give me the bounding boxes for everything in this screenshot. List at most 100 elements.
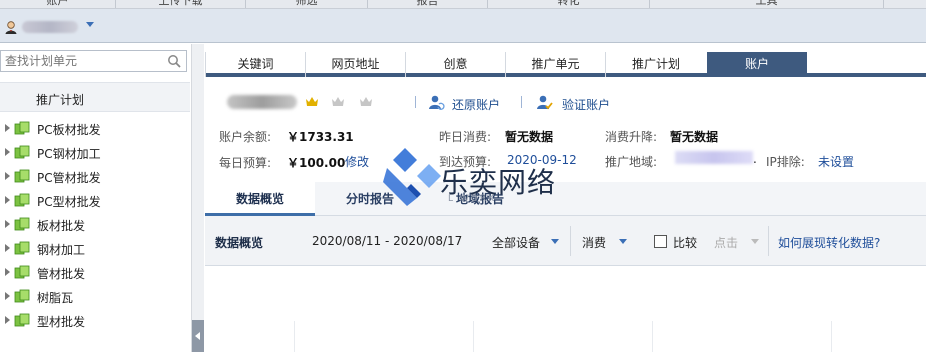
user-bar bbox=[0, 9, 926, 43]
watermark-subtitle: L WORK bbox=[448, 194, 497, 204]
tab-campaign[interactable]: 推广计划 bbox=[605, 52, 706, 77]
separator bbox=[415, 96, 416, 108]
user-name-blurred bbox=[22, 21, 78, 33]
plan-sidebar: 推广计划 PC板材批发 PC钢材加工 PC管材批发 PC型材批发板材批发钢材加工管材批… bbox=[0, 44, 204, 352]
device-select[interactable]: 全部设备 bbox=[492, 234, 540, 251]
plan-name: 钢材加工 bbox=[37, 243, 86, 257]
tab-page-url[interactable]: 网页地址 bbox=[305, 52, 405, 77]
report-subtab-bar: 数据概览 分时报告 地域报告 bbox=[205, 182, 926, 216]
plan-name: 管材批发 bbox=[37, 267, 86, 281]
verify-account-link[interactable]: 验证账户 bbox=[562, 96, 610, 113]
plan-tree-item[interactable]: PC钢材加工 bbox=[0, 140, 190, 164]
verify-account-icon[interactable] bbox=[535, 94, 553, 110]
plan-tree-item[interactable]: PC板材批发 bbox=[0, 116, 190, 140]
plan-name: PC型材批发 bbox=[37, 195, 101, 209]
separator bbox=[768, 226, 769, 256]
user-dropdown-icon[interactable] bbox=[86, 22, 94, 27]
tab-ad-unit[interactable]: 推广单元 bbox=[505, 52, 605, 77]
filter-toolbar: 数据概览 2020/08/11 - 2020/08/17 全部设备 消费 比较 … bbox=[205, 216, 926, 266]
expand-arrow-icon[interactable] bbox=[5, 292, 10, 300]
menu-tools[interactable]: 工具 bbox=[650, 0, 884, 8]
expand-arrow-icon[interactable] bbox=[5, 220, 10, 228]
plan-tree-item[interactable]: 板材批发 bbox=[0, 212, 190, 236]
expand-arrow-icon[interactable] bbox=[5, 316, 10, 324]
plan-name: 板材批发 bbox=[37, 219, 86, 233]
grid-line bbox=[294, 321, 295, 352]
yesterday-spend-label: 昨日消费: bbox=[439, 130, 492, 144]
tab-keywords[interactable]: 关键词 bbox=[205, 52, 305, 77]
plan-tree-item[interactable]: PC管材批发 bbox=[0, 164, 190, 188]
plan-tree-item[interactable]: 树脂瓦 bbox=[0, 284, 190, 308]
crown-gray-icon bbox=[360, 97, 372, 106]
plan-tree-item[interactable]: 管材批发 bbox=[0, 260, 190, 284]
device-dropdown-icon[interactable] bbox=[551, 239, 559, 244]
balance-label: 账户余额: bbox=[219, 130, 272, 144]
plan-icon bbox=[14, 217, 30, 231]
plan-icon bbox=[14, 289, 30, 303]
modify-budget-link[interactable]: 修改 bbox=[345, 153, 369, 170]
region-label: 推广地域: bbox=[605, 155, 658, 169]
plan-list-title: 推广计划 bbox=[36, 93, 85, 107]
expand-arrow-icon[interactable] bbox=[5, 148, 10, 156]
sidebar-collapse-button[interactable] bbox=[192, 320, 204, 352]
metric-dropdown-icon[interactable] bbox=[619, 239, 627, 244]
account-info-panel: 还原账户 验证账户 账户余额: ￥1733.31 每日预算: ￥100.00 修… bbox=[205, 78, 926, 182]
plan-tree-item[interactable]: PC型材批发 bbox=[0, 188, 190, 212]
expand-arrow-icon[interactable] bbox=[5, 124, 10, 132]
chart-area bbox=[205, 267, 926, 352]
plan-icon bbox=[14, 241, 30, 255]
conversion-help-link[interactable]: 如何展现转化数据? bbox=[778, 234, 880, 251]
ip-exclude-link[interactable]: 未设置 bbox=[818, 153, 854, 170]
compare-checkbox[interactable] bbox=[654, 235, 667, 248]
expand-arrow-icon[interactable] bbox=[5, 244, 10, 252]
subtab-data-overview[interactable]: 数据概览 bbox=[205, 182, 315, 216]
plan-icon bbox=[14, 169, 30, 183]
plan-name: 型材批发 bbox=[37, 315, 86, 329]
menu-upload-download[interactable]: 上传下载 bbox=[116, 0, 246, 8]
grid-line bbox=[831, 321, 832, 352]
user-avatar-icon bbox=[5, 21, 17, 34]
ip-exclude-label: IP排除: bbox=[766, 155, 805, 169]
menu-report[interactable]: 报告 bbox=[368, 0, 488, 8]
restore-account-icon[interactable] bbox=[427, 94, 445, 110]
click-dropdown-icon[interactable] bbox=[751, 239, 759, 244]
plan-icon bbox=[14, 145, 30, 159]
expand-arrow-icon[interactable] bbox=[5, 268, 10, 276]
plan-icon bbox=[14, 121, 30, 135]
menu-account[interactable]: 账户 bbox=[0, 0, 116, 8]
spend-change-value: 暂无数据 bbox=[670, 130, 719, 144]
main-tab-bar: 关键词 网页地址 创意 推广单元 推广计划 账户 bbox=[205, 44, 926, 77]
plan-tree-item[interactable]: 钢材加工 bbox=[0, 236, 190, 260]
plan-icon bbox=[14, 193, 30, 207]
plan-name: PC钢材加工 bbox=[37, 147, 101, 161]
date-range-picker[interactable]: 2020/08/11 - 2020/08/17 bbox=[312, 234, 462, 248]
plan-tree-item[interactable]: 型材批发 bbox=[0, 308, 190, 332]
menu-filter[interactable]: 筛选 bbox=[246, 0, 368, 8]
plan-icon bbox=[14, 313, 30, 327]
crown-gray-icon bbox=[332, 97, 344, 106]
plan-name: PC管材批发 bbox=[37, 171, 101, 185]
plan-search-box bbox=[0, 50, 187, 72]
sidebar-scrollbar[interactable] bbox=[191, 44, 204, 352]
grid-line bbox=[652, 321, 653, 352]
plan-name: PC板材批发 bbox=[37, 123, 101, 137]
expand-arrow-icon[interactable] bbox=[5, 172, 10, 180]
click-metric-select[interactable]: 点击 bbox=[714, 234, 738, 251]
plan-search-input[interactable] bbox=[5, 53, 155, 69]
region-dot: . bbox=[753, 152, 757, 166]
expand-arrow-icon[interactable] bbox=[5, 196, 10, 204]
search-icon[interactable] bbox=[167, 54, 181, 68]
account-name-blurred bbox=[227, 95, 297, 109]
separator bbox=[570, 226, 571, 256]
balance-value: ￥1733.31 bbox=[287, 130, 354, 144]
tab-creative[interactable]: 创意 bbox=[405, 52, 505, 77]
menu-conversion[interactable]: 转化 bbox=[488, 0, 650, 8]
plan-list-header: 推广计划 bbox=[0, 82, 190, 112]
region-value-blurred bbox=[675, 151, 753, 164]
daily-budget-label: 每日预算: bbox=[219, 156, 272, 170]
metric-select[interactable]: 消费 bbox=[582, 234, 606, 251]
restore-account-link[interactable]: 还原账户 bbox=[452, 96, 500, 113]
tab-account[interactable]: 账户 bbox=[707, 52, 807, 77]
collapse-arrow-icon bbox=[195, 332, 200, 340]
daily-budget-value: ￥100.00 bbox=[287, 156, 346, 170]
